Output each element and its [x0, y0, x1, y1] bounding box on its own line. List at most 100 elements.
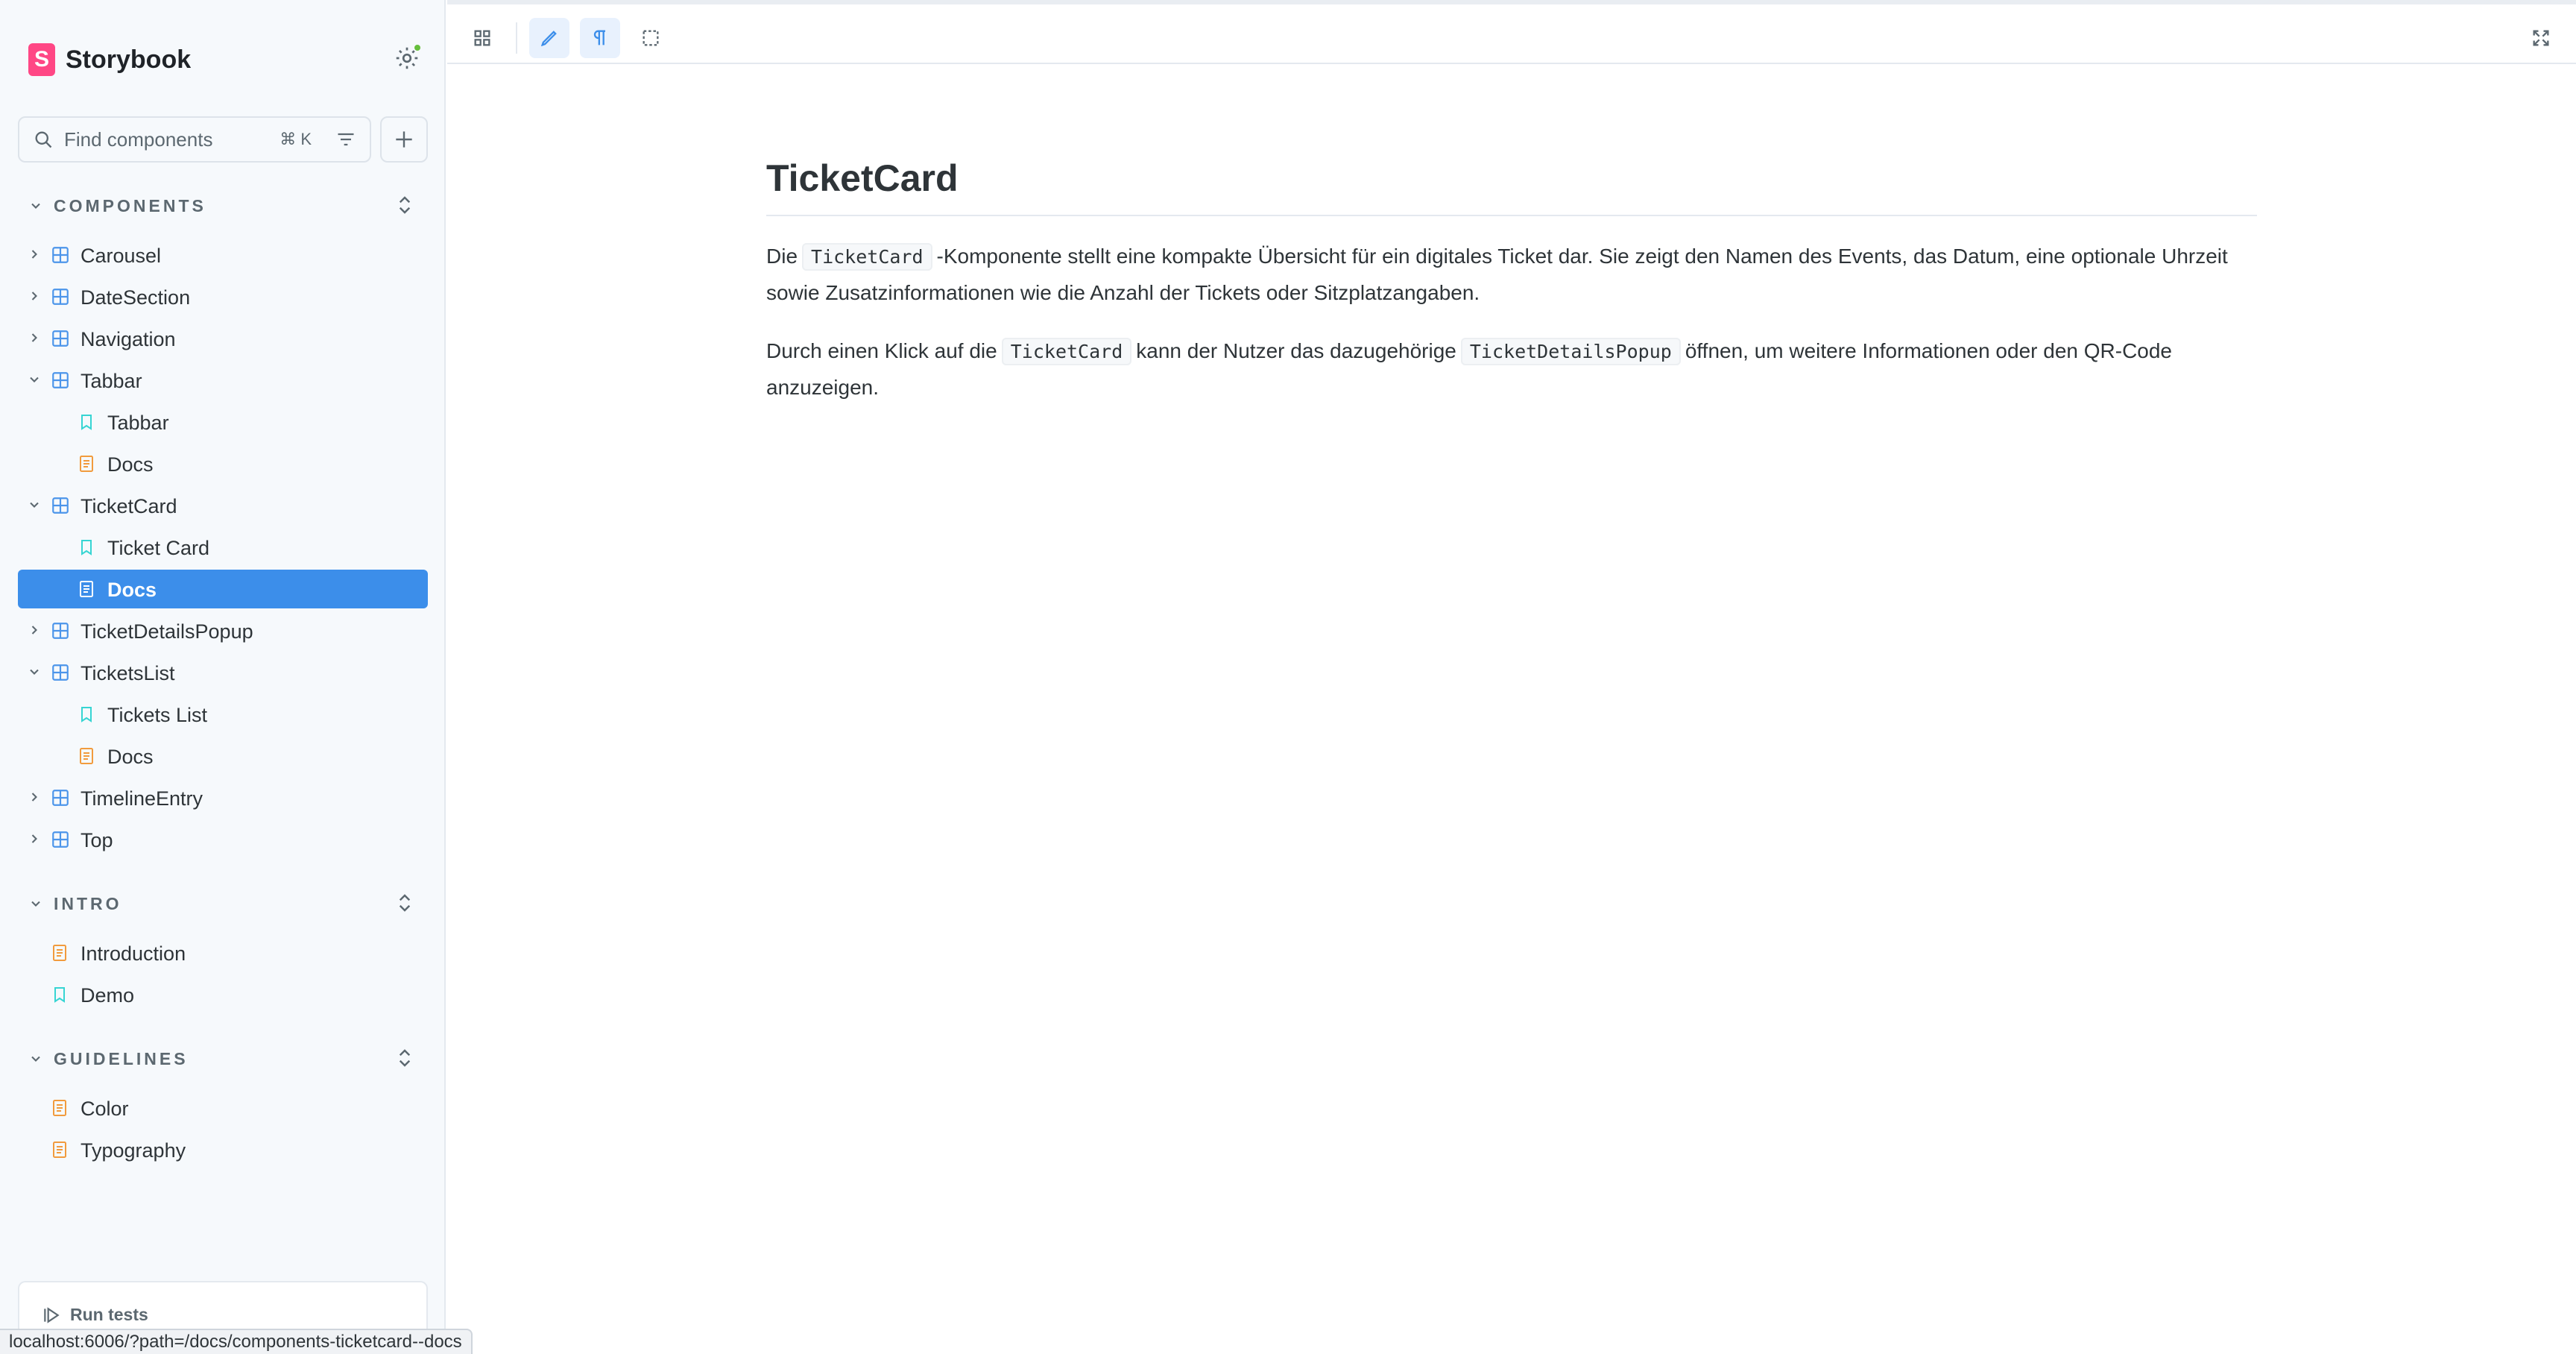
chevron-right-icon	[31, 626, 37, 635]
section-intro[interactable]: INTRO	[28, 889, 423, 919]
filter-icon[interactable]	[335, 129, 356, 150]
run-tests-button[interactable]: Run tests	[42, 1305, 148, 1325]
tree-item-label: Typography	[80, 1139, 186, 1162]
tree-item-label: Tabbar	[107, 412, 169, 434]
fullscreen-button[interactable]	[2521, 18, 2561, 58]
text-span: -Komponente stellt eine kompakte Übersic…	[766, 245, 2228, 304]
component-icon	[52, 497, 69, 514]
text-span: Durch einen Klick auf die	[766, 339, 997, 362]
tree-item-demo[interactable]: Demo	[18, 975, 428, 1014]
section-guidelines[interactable]: GUIDELINES	[28, 1044, 423, 1074]
component-icon	[52, 831, 69, 848]
collapse-all-icon[interactable]	[394, 892, 416, 914]
tree-item-timelineentry[interactable]: TimelineEntry	[18, 778, 428, 817]
tree-item-datesection[interactable]: DateSection	[18, 277, 428, 316]
tree-item-label: Navigation	[80, 328, 176, 350]
chevron-down-icon	[31, 203, 40, 209]
search-input[interactable]: Find components ⌘ K	[18, 116, 371, 163]
section-label: COMPONENTS	[54, 195, 206, 215]
tree-item-ticketcard[interactable]: TicketCard	[18, 486, 428, 525]
component-icon	[52, 289, 69, 305]
tree-item-ticketslist[interactable]: TicketsList	[18, 653, 428, 692]
paragraph-button[interactable]	[580, 18, 620, 58]
sidebar: S Storybook Find components ⌘ K COMPONEN…	[0, 0, 446, 1354]
tree-item-label: Docs	[107, 453, 154, 476]
doc-paragraph-2: Durch einen Klick auf die TicketCard kann …	[766, 333, 2257, 406]
document-icon	[80, 581, 93, 597]
bookmark-icon	[81, 540, 92, 555]
tree-item-label: TicketsList	[80, 662, 175, 684]
tree-item-tabbar-docs[interactable]: Docs	[18, 444, 428, 483]
add-button[interactable]	[380, 116, 428, 163]
text-span: kann der Nutzer das dazugehörige	[1136, 339, 1456, 362]
tree-item-tabbar-story[interactable]: Tabbar	[18, 403, 428, 441]
storybook-logo: S	[28, 43, 55, 76]
tree-item-label: Introduction	[80, 942, 186, 965]
tree-item-ticketcard-docs[interactable]: Docs	[18, 570, 428, 608]
tree-item-typography[interactable]: Typography	[18, 1130, 428, 1169]
tree-item-ticketcard-story[interactable]: Ticket Card	[18, 528, 428, 567]
code-ticketdetailspopup: TicketDetailsPopup	[1460, 338, 1681, 365]
bookmark-icon	[54, 987, 65, 1003]
tree-item-top[interactable]: Top	[18, 820, 428, 859]
search-shortcut: ⌘ K	[280, 130, 312, 148]
document-icon	[53, 1142, 66, 1158]
tree-item-label: DateSection	[80, 286, 191, 309]
tree-item-ticketdetailspopup[interactable]: TicketDetailsPopup	[18, 611, 428, 650]
component-icon	[52, 790, 69, 806]
status-dot	[413, 43, 422, 52]
tree-item-label: TicketCard	[80, 495, 177, 517]
pencil-icon	[540, 31, 557, 47]
doc-paragraph-1: Die TicketCard -Komponente stellt eine kom…	[766, 239, 2257, 311]
tree-item-tabbar[interactable]: Tabbar	[18, 361, 428, 400]
chevron-down-icon	[30, 377, 39, 382]
tree-item-introduction[interactable]: Introduction	[18, 933, 428, 972]
status-bar-url: localhost:6006/?path=/docs/components-ti…	[0, 1329, 473, 1354]
docs-content: TicketCard Die TicketCard -Komponente stel…	[766, 157, 2257, 406]
tree-item-label: Docs	[107, 746, 154, 768]
search-placeholder: Find components	[64, 127, 213, 151]
component-icon	[52, 664, 69, 681]
edit-button[interactable]	[529, 18, 569, 58]
tree-item-color[interactable]: Color	[18, 1089, 428, 1127]
tree-item-label: Carousel	[80, 245, 162, 267]
text-span: Die	[766, 245, 798, 268]
brand-name: Storybook	[66, 45, 192, 74]
plus-icon	[396, 131, 412, 148]
page-title: TicketCard	[766, 157, 2257, 216]
tree-item-ticketslist-story[interactable]: Tickets List	[18, 695, 428, 734]
component-icon	[52, 623, 69, 639]
document-icon	[80, 748, 93, 764]
tree-item-label: Color	[80, 1098, 129, 1120]
grid-button[interactable]	[462, 18, 502, 58]
settings-button[interactable]	[394, 43, 422, 72]
chevron-right-icon	[31, 333, 37, 342]
search-icon	[35, 131, 52, 148]
chevron-right-icon	[31, 834, 37, 843]
grid-icon	[474, 30, 490, 46]
component-icon	[52, 330, 69, 347]
run-tests-label: Run tests	[70, 1305, 148, 1324]
tree-item-label: Tickets List	[107, 704, 208, 726]
tree-item-ticketslist-docs[interactable]: Docs	[18, 737, 428, 775]
component-icon	[52, 372, 69, 388]
section-components[interactable]: COMPONENTS	[28, 191, 423, 221]
tree-item-navigation[interactable]: Navigation	[18, 319, 428, 358]
tree-item-carousel[interactable]: Carousel	[18, 236, 428, 274]
storybook-brand[interactable]: S Storybook	[28, 42, 191, 78]
outline-button[interactable]	[631, 18, 671, 58]
chevron-right-icon	[31, 292, 37, 300]
chevron-right-icon	[31, 793, 37, 802]
document-icon	[53, 1100, 66, 1116]
collapse-all-icon[interactable]	[394, 194, 416, 216]
tree-item-label: Top	[80, 829, 113, 851]
tree-item-label: Tabbar	[80, 370, 142, 392]
code-ticketcard: TicketCard	[802, 243, 932, 271]
chevron-right-icon	[31, 250, 37, 259]
collapse-all-icon[interactable]	[394, 1047, 416, 1069]
tree-item-label: Ticket Card	[107, 537, 210, 559]
section-label: GUIDELINES	[54, 1048, 189, 1068]
document-icon	[80, 456, 93, 472]
tree-item-label: TimelineEntry	[80, 787, 203, 810]
section-label: INTRO	[54, 893, 122, 913]
